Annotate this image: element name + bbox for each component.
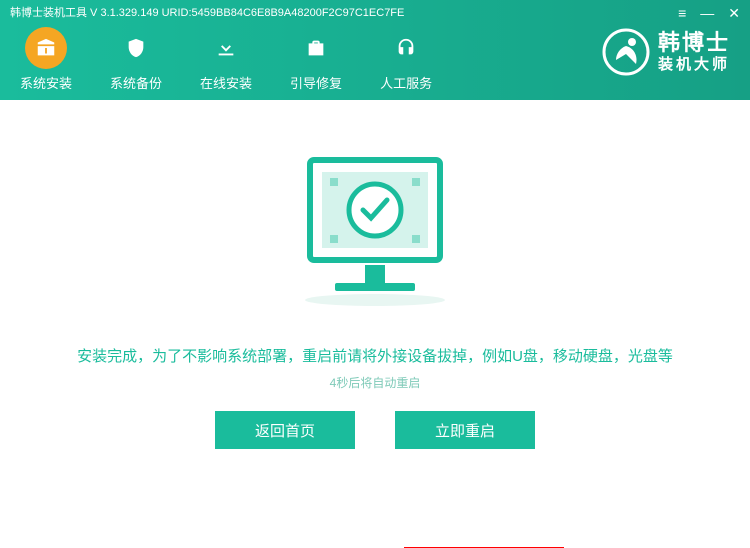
brand-line1: 韩博士 — [658, 30, 730, 56]
window-title: 韩博士装机工具 V 3.1.329.149 URID:5459BB84C6E8B… — [10, 4, 404, 20]
countdown-text: 4秒后将自动重启 — [0, 374, 750, 391]
button-row: 返回首页 立即重启 — [0, 411, 750, 449]
box-icon — [25, 27, 67, 69]
nav-system-backup[interactable]: 系统备份 — [110, 27, 162, 92]
content-area: 安装完成，为了不影响系统部署，重启前请将外接设备拔掉，例如U盘，移动硬盘，光盘等… — [0, 100, 750, 548]
brand-text: 韩博士 装机大师 — [658, 30, 730, 74]
briefcase-icon — [295, 27, 337, 69]
app-window: 韩博士装机工具 V 3.1.329.149 URID:5459BB84C6E8B… — [0, 0, 750, 548]
nav-label: 人工服务 — [380, 73, 432, 92]
nav-row: 系统安装 系统备份 在线安装 引导修复 人工服务 — [20, 27, 432, 92]
header: 韩博士装机工具 V 3.1.329.149 URID:5459BB84C6E8B… — [0, 0, 750, 100]
nav-label: 系统备份 — [110, 73, 162, 92]
back-button[interactable]: 返回首页 — [215, 411, 355, 449]
nav-label: 在线安装 — [200, 73, 252, 92]
brand: 韩博士 装机大师 — [602, 28, 730, 76]
headset-icon — [385, 27, 427, 69]
minimize-icon[interactable]: — — [700, 6, 714, 20]
brand-line2: 装机大师 — [658, 56, 730, 74]
window-controls: ≡ — ✕ — [678, 6, 740, 20]
nav-manual-service[interactable]: 人工服务 — [380, 27, 432, 92]
brand-logo-icon — [602, 28, 650, 76]
nav-label: 系统安装 — [20, 73, 72, 92]
complete-message: 安装完成，为了不影响系统部署，重启前请将外接设备拔掉，例如U盘，移动硬盘，光盘等 — [0, 345, 750, 366]
nav-label: 引导修复 — [290, 73, 342, 92]
nav-online-install[interactable]: 在线安装 — [200, 27, 252, 92]
close-icon[interactable]: ✕ — [728, 6, 740, 20]
download-icon — [205, 27, 247, 69]
success-monitor-icon — [280, 150, 470, 310]
menu-icon[interactable]: ≡ — [678, 6, 686, 20]
nav-system-install[interactable]: 系统安装 — [20, 27, 72, 92]
shield-icon — [115, 27, 157, 69]
nav-boot-repair[interactable]: 引导修复 — [290, 27, 342, 92]
restart-button[interactable]: 立即重启 — [395, 411, 535, 449]
